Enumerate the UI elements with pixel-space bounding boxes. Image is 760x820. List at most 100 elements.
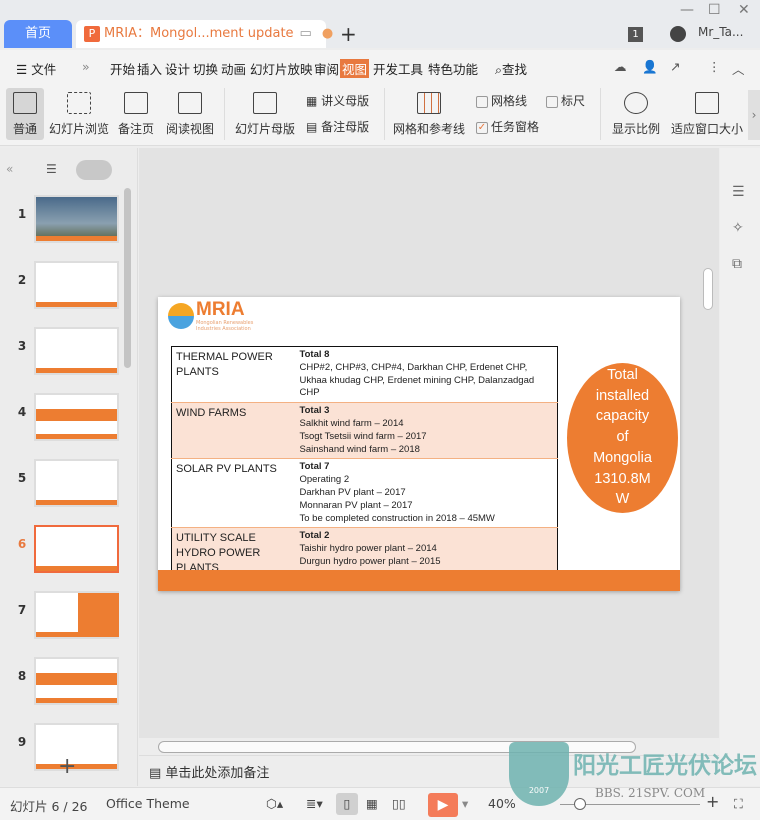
fit-window-button[interactable]: 适应窗口大小 [668, 88, 746, 137]
slide-thumbnail[interactable] [34, 195, 119, 243]
menu-design[interactable]: 设计 [165, 59, 190, 78]
slide-thumbnail[interactable] [34, 591, 119, 639]
menu-view[interactable]: 视图 [340, 59, 370, 78]
tab-title: MRIA：Mongol...ment update [104, 26, 294, 41]
checkmark-icon: ✓ [476, 121, 488, 134]
plant-line: Monnaran PV plant – 2017 [299, 499, 413, 511]
file-menu[interactable]: ☰ 文件 [16, 59, 56, 78]
menu-animation[interactable]: 动画 [221, 59, 246, 78]
vertical-scrollbar[interactable] [124, 188, 131, 368]
notes-master-button[interactable]: ▤ 备注母版 [306, 118, 369, 135]
slide-thumbnail[interactable] [34, 393, 119, 441]
label: 适应窗口大小 [670, 122, 743, 136]
canvas-vertical-scrollbar[interactable] [703, 268, 713, 310]
menu-review[interactable]: 审阅 [314, 59, 339, 78]
window-count-badge[interactable]: 1 [628, 27, 643, 42]
tab-bar: 首页 P MRIA：Mongol...ment update ▭ ● + — ☐ ✕ … [0, 0, 760, 48]
slide-thumbnail[interactable] [34, 327, 119, 375]
slide-thumbnail[interactable] [34, 723, 119, 771]
tab-document[interactable]: P MRIA：Mongol...ment update ▭ ● [76, 20, 333, 48]
divider [224, 88, 225, 140]
plant-category: SOLAR PV PLANTS [171, 458, 296, 528]
sorter-view-icon[interactable]: ▦ [366, 796, 378, 811]
ribbon-scroll-right[interactable]: › [748, 90, 760, 140]
add-slide-button[interactable]: + [58, 754, 76, 779]
task-pane-checkbox[interactable]: ✓ 任务窗格 [476, 118, 539, 135]
new-tab-button[interactable]: + [340, 22, 357, 46]
cloud-icon[interactable]: ☁ [614, 59, 627, 74]
table-row: WIND FARMS Total 3 Salkhit wind farm – 201… [171, 402, 558, 459]
plant-line: Salkhit wind farm – 2014 [299, 417, 404, 429]
user-name[interactable]: Mr_Ta... [698, 25, 743, 39]
thumbnail-footer-bar [36, 302, 117, 307]
more-chevron-icon[interactable]: » [82, 59, 90, 74]
notes-page-icon [124, 92, 148, 114]
close-button[interactable]: ✕ [738, 2, 750, 18]
notes-placeholder: 单击此处添加备注 [165, 766, 270, 781]
notes-page-button[interactable]: 备注页 [116, 88, 156, 137]
normal-view-button[interactable]: 普通 [6, 88, 44, 140]
play-slideshow-button[interactable]: ▶ [428, 793, 458, 817]
menu-slideshow[interactable]: 幻灯片放映 [250, 59, 313, 78]
collapse-pane-icon[interactable]: « [6, 162, 13, 176]
menu-insert[interactable]: 插入 [137, 59, 162, 78]
checkbox-icon [546, 95, 558, 108]
theme-name[interactable]: Office Theme [106, 796, 190, 811]
thumbnail-footer-bar [36, 236, 117, 241]
zoom-button[interactable]: 显示比例 [608, 88, 664, 137]
label: 标尺 [561, 94, 586, 108]
callout-line: installed [595, 387, 650, 404]
divider [384, 88, 385, 140]
thumbnail-footer-bar [36, 434, 117, 439]
slide-thumbnail[interactable] [34, 525, 119, 573]
callout-line: Total [607, 367, 638, 383]
label: 幻灯片母版 [234, 122, 295, 136]
share-icon[interactable]: ↗ [670, 59, 680, 74]
menu-transition[interactable]: 切换 [193, 59, 218, 78]
plant-line: CHP#2, CHP#3, CHP#4, Darkhan CHP, Erdene… [299, 361, 535, 399]
slide-thumbnail[interactable] [34, 459, 119, 507]
plant-total: Total 3 [299, 405, 330, 417]
outline-view-icon[interactable]: ☰ [46, 162, 57, 176]
menu-developer[interactable]: 开发工具 [373, 59, 423, 78]
label: 阅读视图 [165, 122, 214, 136]
transform-icon[interactable]: ⧉ [732, 256, 742, 272]
slide-thumbnail[interactable] [34, 261, 119, 309]
beautify-icon[interactable]: ⬡▴ [266, 796, 283, 811]
watermark-text: 阳光工匠光伏论坛 [573, 753, 757, 779]
grid-guides-button[interactable]: 网格和参考线 [390, 88, 468, 137]
avatar[interactable] [670, 26, 686, 42]
add-user-icon[interactable]: 👤 [642, 59, 658, 75]
callout-line: of [616, 429, 629, 446]
collapse-ribbon-icon[interactable]: ︿ [732, 59, 745, 78]
notes-toggle-icon[interactable]: ≣▾ [306, 796, 323, 811]
maximize-button[interactable]: ☐ [708, 2, 721, 18]
slide-master-button[interactable]: 幻灯片母版 [232, 88, 298, 137]
slide-sorter-button[interactable]: 幻灯片浏览 [46, 88, 112, 137]
play-options-icon[interactable]: ▾ [462, 796, 468, 811]
checkbox-icon [476, 95, 488, 108]
thumbnail-number: 2 [17, 273, 27, 287]
menu-start[interactable]: 开始 [110, 59, 135, 78]
handout-master-button[interactable]: ▦ 讲义母版 [306, 92, 369, 109]
properties-icon[interactable]: ☰ [732, 184, 745, 200]
thumbnail-number: 8 [17, 669, 27, 683]
slide-counter: 幻灯片 6 / 26 [10, 799, 88, 814]
reading-view-icon[interactable]: ▯▯ [392, 796, 406, 811]
unsaved-dot-icon: ● [321, 26, 334, 41]
search-button[interactable]: ⌕查找 [495, 59, 527, 78]
gridlines-checkbox[interactable]: 网格线 [476, 92, 527, 109]
reading-view-button[interactable]: 阅读视图 [162, 88, 218, 137]
normal-view-status-icon[interactable]: ▯ [336, 793, 358, 815]
menu-features[interactable]: 特色功能 [428, 59, 478, 78]
tab-home[interactable]: 首页 [4, 20, 72, 48]
plant-line: Sainshand wind farm – 2018 [299, 443, 420, 455]
ruler-checkbox[interactable]: 标尺 [546, 92, 585, 109]
grid-icon [417, 92, 441, 114]
more-icon[interactable]: ⋮ [708, 59, 721, 74]
thumbnail-view-toggle[interactable] [76, 160, 112, 180]
magic-icon[interactable]: ✧ [732, 220, 744, 236]
grid-four-icon [67, 92, 91, 114]
minimize-button[interactable]: — [680, 2, 694, 18]
slide-thumbnail[interactable] [34, 657, 119, 705]
